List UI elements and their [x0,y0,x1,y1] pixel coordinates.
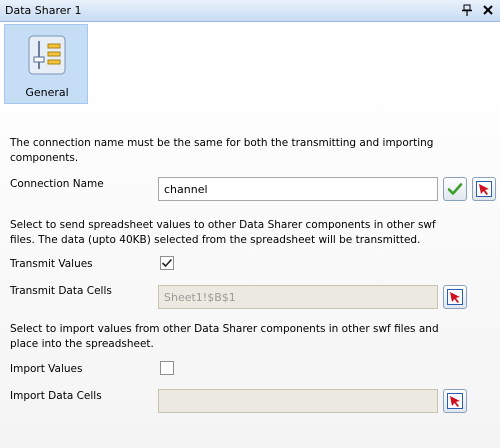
accept-button[interactable] [443,177,467,201]
transmit-values-checkbox[interactable] [160,256,174,270]
import-data-cells-label: Import Data Cells [10,390,102,402]
tab-separator [10,112,428,113]
close-icon[interactable] [481,3,495,17]
transmit-cell-selector-button[interactable] [443,285,467,309]
import-values-checkbox[interactable] [160,361,174,375]
pin-icon[interactable] [460,3,474,17]
connection-description: The connection name must be the same for… [10,137,434,164]
import-description: Select to import values from other Data … [10,323,439,350]
transmit-description: Select to send spreadsheet values to oth… [10,219,436,246]
import-cell-selector-button[interactable] [443,389,467,413]
tab-general[interactable]: General [4,24,88,104]
tab-general-label: General [25,86,69,99]
connection-cell-selector-button[interactable] [472,177,496,201]
transmit-data-cells-label: Transmit Data Cells [10,285,112,297]
cell-selector-icon [447,289,463,305]
connection-name-input[interactable] [158,177,438,201]
cell-selector-icon [476,181,492,197]
panel-title-bar: Data Sharer 1 [0,0,500,22]
cell-selector-icon [447,393,463,409]
connection-name-label: Connection Name [10,178,104,190]
checkmark-icon [160,256,174,270]
transmit-values-label: Transmit Values [10,258,93,270]
import-data-cells-input [158,389,438,413]
import-values-label: Import Values [10,363,83,375]
checkmark-icon [447,183,463,195]
panel-title: Data Sharer 1 [5,4,82,17]
sliders-icon [28,35,66,75]
transmit-data-cells-input [158,285,438,309]
